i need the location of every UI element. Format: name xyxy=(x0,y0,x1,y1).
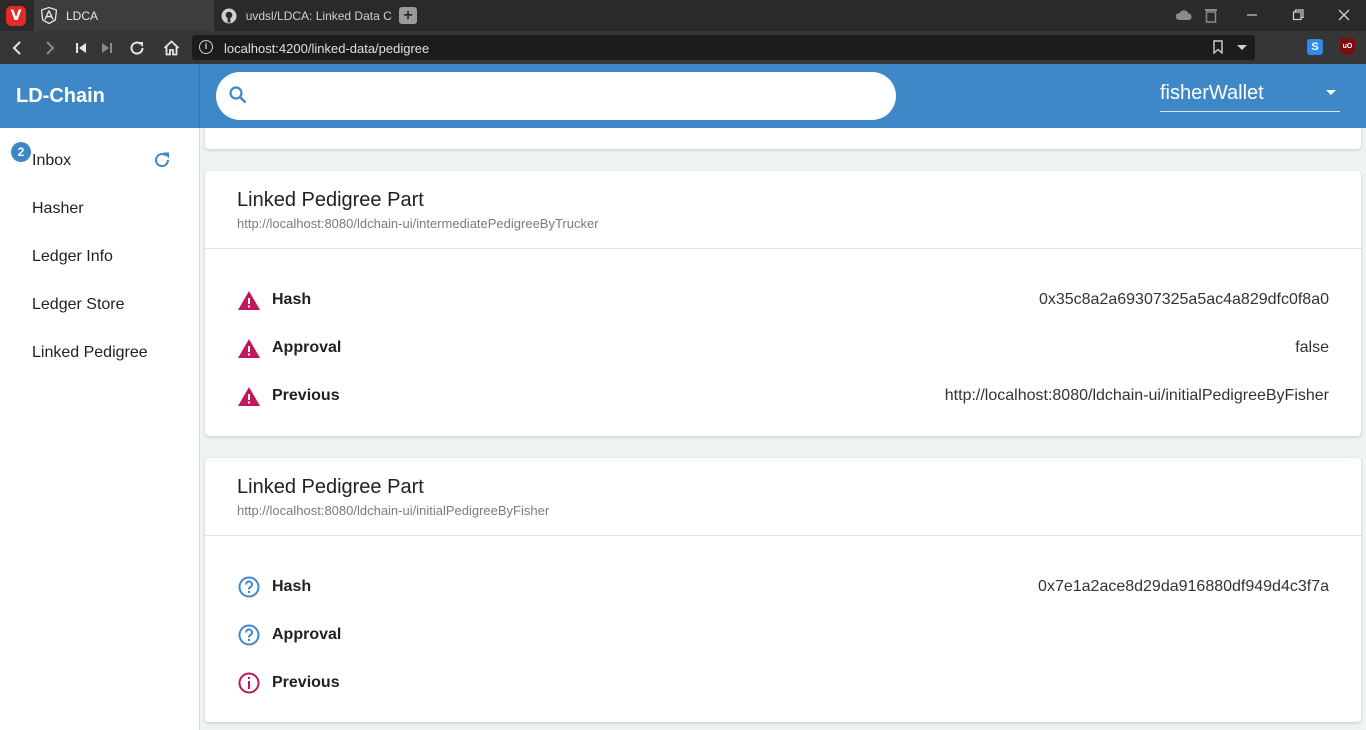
sidebar-header: LD-Chain xyxy=(0,64,200,128)
restore-icon[interactable] xyxy=(1283,5,1313,25)
cloud-sync-icon[interactable] xyxy=(1169,5,1199,25)
home-icon[interactable] xyxy=(159,36,183,60)
wallet-selected-value: fisherWallet xyxy=(1160,82,1264,104)
search-input[interactable] xyxy=(260,82,880,110)
search-box[interactable] xyxy=(216,72,896,120)
new-tab-button[interactable]: + xyxy=(399,7,417,24)
card-divider xyxy=(205,535,1361,536)
warning-icon xyxy=(238,387,260,406)
chevron-down-icon xyxy=(1326,90,1336,95)
card-divider xyxy=(205,248,1361,249)
card-title: Linked Pedigree Part xyxy=(237,476,424,498)
forward-icon[interactable] xyxy=(38,36,62,60)
previous-link[interactable]: http://localhost:8080/ldchain-ui/initial… xyxy=(945,387,1329,405)
sidebar-item-ledger-info[interactable]: Ledger Info xyxy=(32,248,113,266)
tab-title: uvdsl/LDCA: Linked Data Cł xyxy=(245,8,392,23)
card-title: Linked Pedigree Part xyxy=(237,189,424,211)
help-icon xyxy=(238,576,260,598)
extension-s-icon[interactable]: S xyxy=(1307,39,1323,55)
sidebar: 2 Inbox Hasher Ledger Info Ledger Store … xyxy=(0,128,200,730)
approval-value: false xyxy=(1295,339,1329,356)
wallet-select[interactable]: fisherWallet xyxy=(1160,80,1340,112)
pedigree-card-partial xyxy=(205,128,1361,149)
bookmark-icon[interactable] xyxy=(1213,40,1223,59)
angular-favicon-icon xyxy=(40,7,58,25)
rewind-icon[interactable] xyxy=(69,36,93,60)
sidebar-item-ledger-store[interactable]: Ledger Store xyxy=(32,296,125,314)
warning-icon xyxy=(238,339,260,358)
approval-label: Approval xyxy=(272,626,342,643)
url-dropdown-icon[interactable] xyxy=(1237,45,1247,50)
vivaldi-menu-icon[interactable]: V xyxy=(6,6,26,26)
tab-ldca[interactable]: LDCA xyxy=(34,0,214,31)
card-subtitle: http://localhost:8080/ldchain-ui/interme… xyxy=(237,216,599,231)
hash-value: 0x7e1a2ace8d29da916880df949d4c3f7a xyxy=(1038,578,1329,595)
sidebar-item-inbox[interactable]: Inbox xyxy=(32,152,71,170)
hash-value: 0x35c8a2a69307325a5ac4a829dfc0f8a0 xyxy=(1038,291,1329,308)
github-favicon-icon xyxy=(220,7,238,25)
sidebar-item-hasher[interactable]: Hasher xyxy=(32,200,84,218)
sidebar-item-linked-pedigree[interactable]: Linked Pedigree xyxy=(32,344,148,362)
address-bar[interactable]: i localhost:4200/linked-data/pedigree xyxy=(192,35,1255,60)
card-subtitle: http://localhost:8080/ldchain-ui/initial… xyxy=(237,503,550,518)
app-brand: LD-Chain xyxy=(16,85,105,107)
fast-forward-icon[interactable] xyxy=(95,36,119,60)
ublock-icon[interactable]: uO xyxy=(1340,38,1355,55)
browser-tab-bar: V LDCA uvdsl/LDCA: Linked Data Cł + xyxy=(0,0,1366,31)
browser-nav-bar: i localhost:4200/linked-data/pedigree S … xyxy=(0,31,1366,64)
reload-icon[interactable] xyxy=(125,36,149,60)
hash-label: Hash xyxy=(272,291,312,308)
main-content: Linked Pedigree Part http://localhost:80… xyxy=(200,128,1366,730)
close-window-icon[interactable] xyxy=(1329,5,1359,25)
pedigree-card: Linked Pedigree Part http://localhost:80… xyxy=(205,458,1361,722)
previous-label: Previous xyxy=(272,674,340,691)
minimize-icon[interactable] xyxy=(1237,5,1267,25)
warning-icon xyxy=(238,291,260,310)
search-icon[interactable] xyxy=(228,85,248,110)
tab-title: LDCA xyxy=(66,8,99,23)
help-icon xyxy=(238,624,260,646)
refresh-icon[interactable] xyxy=(152,150,172,175)
app-toolbar: fisherWallet xyxy=(200,64,1366,128)
pedigree-card: Linked Pedigree Part http://localhost:80… xyxy=(205,171,1361,436)
site-info-icon[interactable]: i xyxy=(199,40,213,54)
tab-github-ldca[interactable]: uvdsl/LDCA: Linked Data Cł xyxy=(214,0,392,31)
approval-label: Approval xyxy=(272,339,342,356)
back-icon[interactable] xyxy=(5,36,29,60)
inbox-count-badge: 2 xyxy=(11,142,31,162)
url-text: localhost:4200/linked-data/pedigree xyxy=(224,41,430,56)
trash-icon[interactable] xyxy=(1196,5,1226,25)
previous-label: Previous xyxy=(272,387,340,404)
info-icon xyxy=(238,672,260,694)
hash-label: Hash xyxy=(272,578,312,595)
